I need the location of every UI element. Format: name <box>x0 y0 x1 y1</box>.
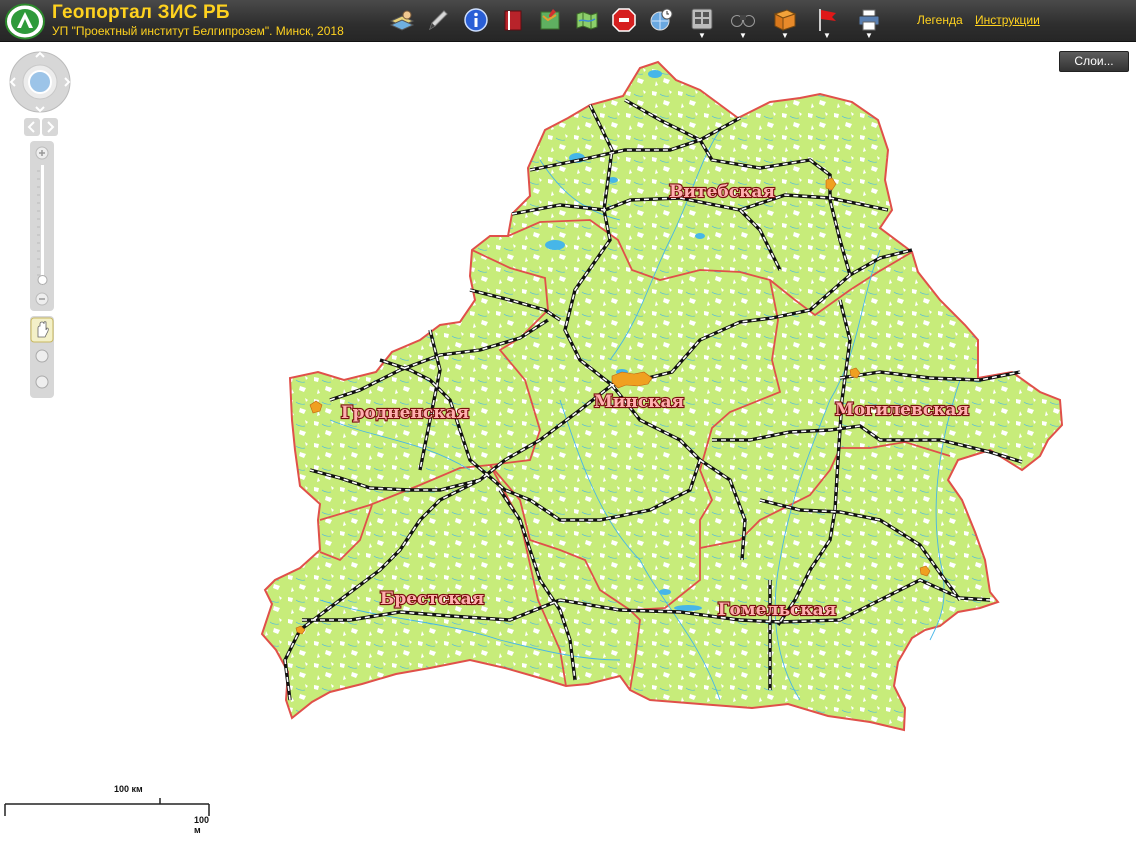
app-header: Геопортал ЗИС РБ УП "Проектный институт … <box>0 0 1136 42</box>
pan-hand-icon[interactable] <box>31 318 53 342</box>
dropdown-arrow-icon: ▼ <box>698 31 706 40</box>
layers-hand-icon[interactable] <box>388 6 416 36</box>
map-canvas[interactable]: Витебская Гродненская Минская Могилевска… <box>0 43 1136 836</box>
instructions-link[interactable]: Инструкции <box>975 13 1040 27</box>
region-label-grodno: Гродненская <box>341 403 469 423</box>
dropdown-arrow-icon: ▼ <box>739 31 747 40</box>
bookmark-book-icon[interactable]: ▼ <box>771 6 799 40</box>
calculator-icon[interactable]: ▼ <box>688 6 716 40</box>
dropdown-arrow-icon: ▼ <box>865 31 873 40</box>
info-icon[interactable] <box>462 6 490 36</box>
legend-link[interactable]: Легенда <box>917 13 963 27</box>
stop-icon[interactable] <box>610 6 638 36</box>
region-label-vitebsk: Витебская <box>669 182 775 202</box>
flag-icon[interactable]: ▼ <box>813 6 841 40</box>
map-svg: Витебская Гродненская Минская Могилевска… <box>260 60 1064 732</box>
region-label-minsk: Минская <box>594 392 684 412</box>
globe-clock-icon[interactable] <box>647 6 675 36</box>
rotate-control[interactable] <box>24 117 58 137</box>
zoom-slider[interactable] <box>30 141 54 311</box>
pan-navigation-control[interactable] <box>9 51 71 113</box>
scale-bar: 100 км 100 м <box>4 782 216 835</box>
app-subtitle: УП "Проектный институт Белгипрозем". Мин… <box>52 24 344 38</box>
zoom-out-box-icon[interactable] <box>31 372 53 394</box>
dropdown-arrow-icon: ▼ <box>781 31 789 40</box>
map-edit-icon[interactable] <box>536 6 564 36</box>
layers-button[interactable]: Слои... <box>1059 51 1129 72</box>
scale-label-m: 100 м <box>194 815 210 835</box>
region-label-gomel: Гомельская <box>718 600 836 620</box>
app-title: Геопортал ЗИС РБ <box>52 2 230 23</box>
region-label-brest: Брестская <box>380 589 484 609</box>
dropdown-arrow-icon: ▼ <box>823 31 831 40</box>
map-icon[interactable] <box>573 6 601 36</box>
logo-icon <box>5 3 45 40</box>
scale-bar-lines <box>4 798 210 816</box>
zoom-in-box-icon[interactable] <box>31 346 53 368</box>
book-icon[interactable] <box>499 6 527 36</box>
pencil-icon[interactable] <box>424 6 452 36</box>
binoculars-icon[interactable]: ▼ <box>729 6 757 40</box>
scale-label-km: 100 км <box>114 784 143 794</box>
region-label-mogilev: Могилевская <box>835 400 969 420</box>
printer-icon[interactable]: ▼ <box>855 6 883 40</box>
